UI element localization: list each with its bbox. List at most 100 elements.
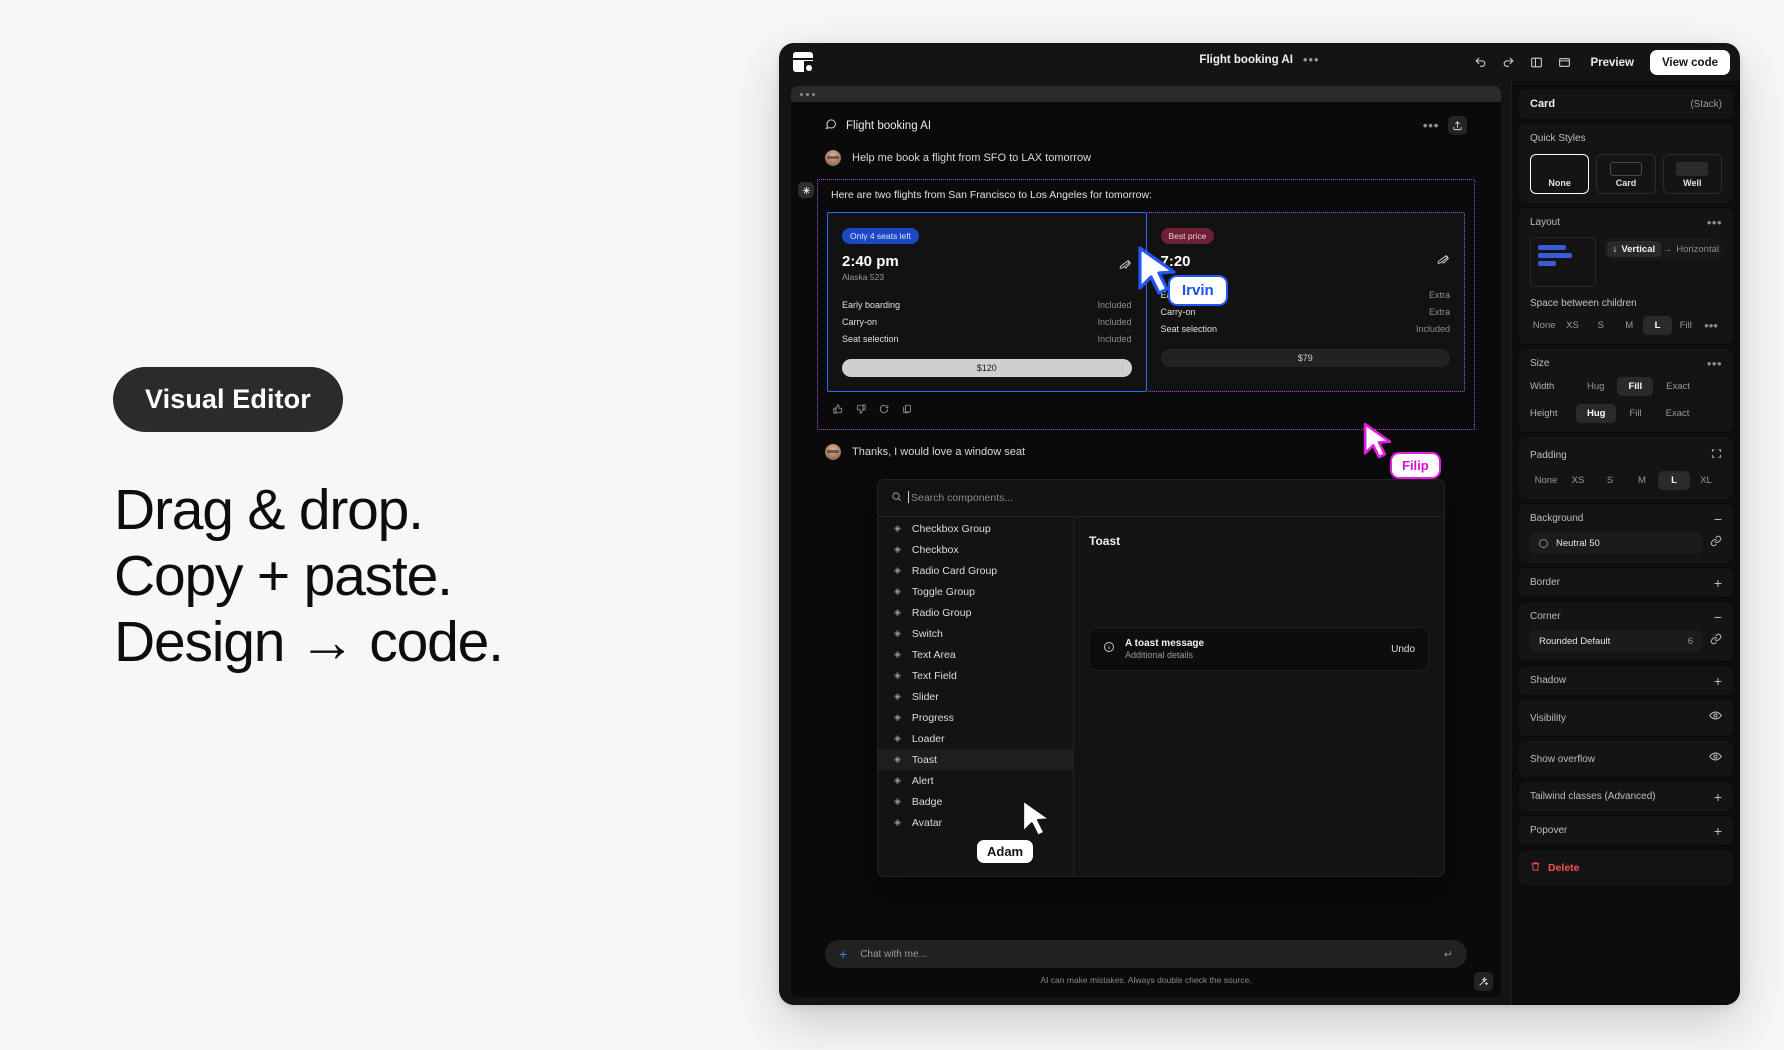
link-icon[interactable]: [1710, 534, 1722, 552]
delete-section[interactable]: Delete: [1519, 850, 1733, 886]
copy-icon[interactable]: [902, 401, 912, 419]
preview-button[interactable]: Preview: [1580, 51, 1643, 75]
direction-vertical[interactable]: ↓ Vertical: [1607, 241, 1661, 257]
popover-section[interactable]: Popover +: [1519, 816, 1733, 845]
toast-undo-button[interactable]: Undo: [1391, 644, 1415, 655]
list-item[interactable]: ◈ Badge: [878, 791, 1073, 812]
padding-option-selected[interactable]: L: [1658, 471, 1690, 490]
width-hug[interactable]: Hug: [1576, 377, 1615, 396]
quick-style-well[interactable]: Well: [1662, 154, 1722, 194]
layout-more-icon[interactable]: •••: [1707, 216, 1722, 229]
padding-option[interactable]: XS: [1562, 471, 1594, 490]
eye-icon[interactable]: [1709, 750, 1722, 768]
flight-cards: Only 4 seats left 2:40 pm Alaska 523 Ear…: [827, 212, 1465, 392]
chat-composer[interactable]: + Chat with me... ↵: [825, 940, 1467, 968]
height-hug[interactable]: Hug: [1576, 404, 1617, 423]
tailwind-add-icon[interactable]: +: [1714, 790, 1722, 804]
list-item[interactable]: ◈ Alert: [878, 770, 1073, 791]
width-exact[interactable]: Exact: [1655, 377, 1701, 396]
space-option-selected[interactable]: L: [1643, 316, 1672, 335]
popover-add-icon[interactable]: +: [1714, 824, 1722, 838]
list-item[interactable]: ◈ Checkbox Group: [878, 518, 1073, 539]
space-option[interactable]: XS: [1558, 316, 1586, 335]
list-item[interactable]: ◈ Avatar: [878, 812, 1073, 833]
thumbs-down-icon[interactable]: [856, 401, 866, 419]
background-collapse-icon[interactable]: −: [1714, 512, 1722, 526]
list-item[interactable]: ◈ Progress: [878, 707, 1073, 728]
window-menu-icon[interactable]: •••: [1303, 53, 1320, 66]
share-icon[interactable]: [1448, 116, 1467, 135]
link-icon[interactable]: [1710, 632, 1722, 650]
direction-label: Vertical: [1621, 243, 1656, 255]
component-palette[interactable]: Search components... ◈ Checkbox Group ◈ Ch…: [877, 479, 1445, 877]
direction-horizontal[interactable]: → Horizontal: [1663, 241, 1719, 257]
frame-icon[interactable]: [1552, 50, 1577, 75]
padding-option[interactable]: XL: [1690, 471, 1722, 490]
list-item[interactable]: ◈ Text Field: [878, 665, 1073, 686]
card-thumb-icon: [1609, 162, 1642, 176]
refresh-icon[interactable]: [879, 401, 889, 419]
tailwind-section[interactable]: Tailwind classes (Advanced) +: [1519, 782, 1733, 811]
thumbs-up-icon[interactable]: [833, 401, 843, 419]
layout-preview-thumb: [1530, 237, 1596, 287]
flight-price-button[interactable]: $120: [842, 359, 1132, 377]
direction-toggle[interactable]: ↓ Vertical → Horizontal: [1604, 238, 1722, 260]
space-option[interactable]: None: [1530, 316, 1558, 335]
flight-price-button[interactable]: $79: [1160, 349, 1450, 367]
space-between-options[interactable]: None XS S M L Fill •••: [1530, 316, 1722, 335]
send-icon[interactable]: ↵: [1444, 948, 1453, 961]
shadow-title: Shadow: [1530, 675, 1567, 686]
height-exact[interactable]: Exact: [1655, 404, 1701, 423]
space-more-icon[interactable]: •••: [1700, 319, 1722, 333]
list-item[interactable]: ◈ Toggle Group: [878, 581, 1073, 602]
space-option[interactable]: S: [1587, 316, 1615, 335]
space-option[interactable]: M: [1615, 316, 1643, 335]
list-item-toast[interactable]: ◈ Toast: [878, 749, 1073, 770]
panel-icon[interactable]: [1524, 50, 1549, 75]
padding-option[interactable]: M: [1626, 471, 1658, 490]
padding-section: Padding None XS S M L XL: [1519, 437, 1733, 499]
visibility-section[interactable]: Visibility: [1519, 700, 1733, 736]
list-item[interactable]: ◈ Loader: [878, 728, 1073, 749]
ai-sparkle-icon[interactable]: [798, 182, 814, 198]
width-fill[interactable]: Fill: [1617, 377, 1654, 396]
corner-value-field[interactable]: Rounded Default 6: [1530, 630, 1702, 652]
shadow-add-icon[interactable]: +: [1714, 674, 1722, 688]
chat-input[interactable]: Chat with me...: [860, 949, 927, 960]
palette-search-row[interactable]: Search components...: [878, 480, 1444, 517]
assistant-response-block[interactable]: Here are two flights from San Francisco …: [798, 179, 1475, 430]
padding-options[interactable]: None XS S M L XL: [1530, 471, 1722, 490]
padding-detail-icon[interactable]: [1711, 446, 1722, 464]
eye-icon[interactable]: [1709, 709, 1722, 727]
padding-option[interactable]: None: [1530, 471, 1562, 490]
list-item[interactable]: ◈ Radio Card Group: [878, 560, 1073, 581]
padding-option[interactable]: S: [1594, 471, 1626, 490]
shadow-section[interactable]: Shadow +: [1519, 666, 1733, 695]
list-item[interactable]: ◈ Switch: [878, 623, 1073, 644]
border-section[interactable]: Border +: [1519, 568, 1733, 597]
redo-icon[interactable]: [1496, 50, 1521, 75]
background-value-field[interactable]: Neutral 50: [1530, 532, 1702, 554]
component-list[interactable]: ◈ Checkbox Group ◈ Checkbox ◈ Radio Card Gr…: [878, 517, 1074, 876]
height-fill[interactable]: Fill: [1618, 404, 1652, 423]
quick-style-none[interactable]: None: [1530, 154, 1590, 194]
list-item[interactable]: ◈ Text Area: [878, 644, 1073, 665]
quick-style-card[interactable]: Card: [1596, 154, 1656, 194]
list-item[interactable]: ◈ Checkbox: [878, 539, 1073, 560]
headline-line-3: Design → code.: [114, 610, 504, 675]
chat-more-icon[interactable]: •••: [1423, 118, 1439, 132]
magic-wand-icon[interactable]: [1474, 972, 1493, 991]
tailwind-title: Tailwind classes (Advanced): [1530, 791, 1656, 802]
undo-icon[interactable]: [1468, 50, 1493, 75]
search-input[interactable]: Search components...: [907, 491, 1013, 504]
space-option[interactable]: Fill: [1672, 316, 1700, 335]
size-more-icon[interactable]: •••: [1707, 357, 1722, 370]
flight-card-selected[interactable]: Only 4 seats left 2:40 pm Alaska 523 Ear…: [827, 212, 1147, 392]
overflow-section[interactable]: Show overflow: [1519, 741, 1733, 777]
border-add-icon[interactable]: +: [1714, 576, 1722, 590]
list-item[interactable]: ◈ Slider: [878, 686, 1073, 707]
add-attachment-icon[interactable]: +: [839, 947, 847, 961]
view-code-button[interactable]: View code: [1649, 50, 1730, 75]
corner-collapse-icon[interactable]: −: [1714, 610, 1722, 624]
list-item[interactable]: ◈ Radio Group: [878, 602, 1073, 623]
